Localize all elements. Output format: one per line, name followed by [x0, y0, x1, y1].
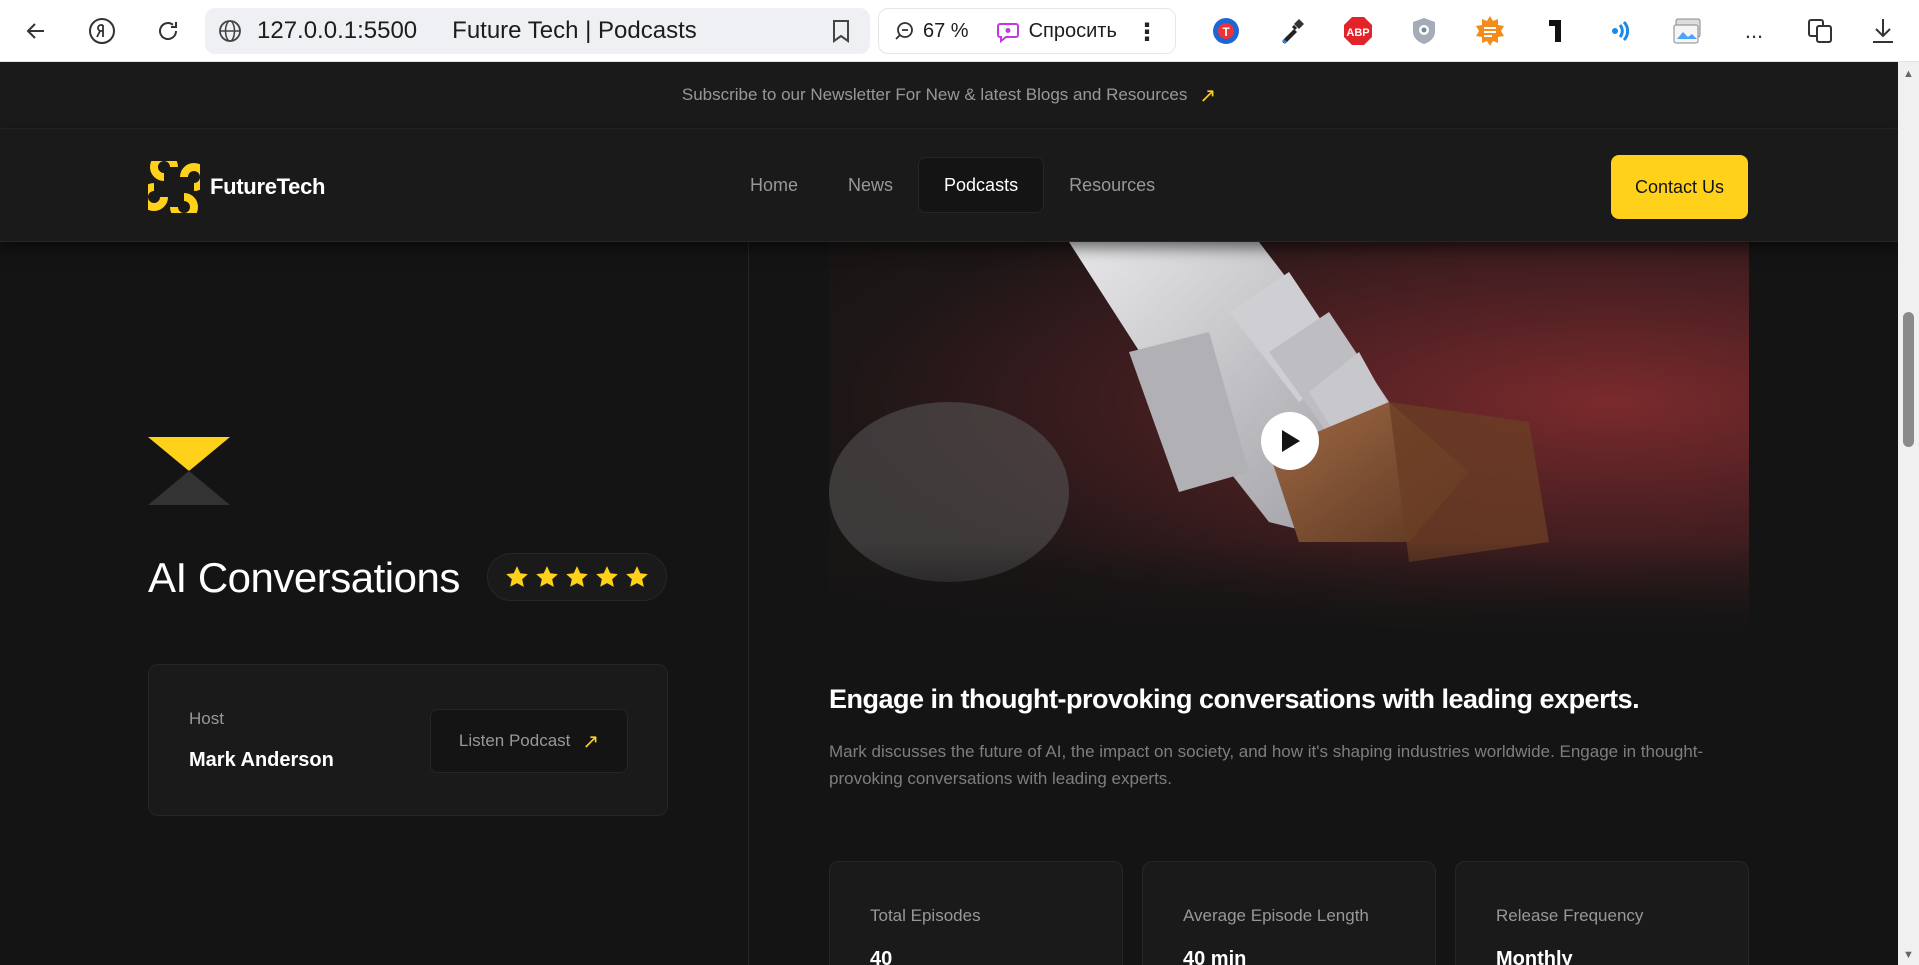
podcast-video-thumbnail[interactable] [829, 242, 1749, 642]
podcast-brand-icon [148, 437, 230, 505]
stat-label: Total Episodes [870, 906, 981, 925]
scroll-thumb[interactable] [1903, 312, 1914, 447]
zoom-level[interactable]: 67 % [923, 20, 969, 43]
yandex-icon[interactable] [82, 11, 122, 51]
screenshot-extension-icon[interactable] [1671, 14, 1705, 48]
star-icon [626, 566, 648, 587]
collections-icon[interactable] [1803, 14, 1837, 48]
adblock-icon[interactable]: ABP [1341, 14, 1375, 48]
color-picker-icon[interactable] [1275, 14, 1309, 48]
stat-value: 40 min [1183, 948, 1247, 965]
ask-button[interactable]: Спросить [1029, 20, 1117, 43]
contact-us-button[interactable]: Contact Us [1611, 155, 1748, 219]
back-icon[interactable] [16, 11, 56, 51]
column-divider [748, 242, 749, 965]
website-viewport: Subscribe to our Newsletter For New & la… [0, 62, 1898, 965]
main-nav: Home News Podcasts Resources [725, 157, 1180, 213]
futuretech-logo-icon [148, 161, 200, 213]
stat-card-episode-length: Average Episode Length 40 min [1142, 861, 1436, 965]
url-text: 127.0.0.1:5500 [257, 17, 418, 44]
nav-resources[interactable]: Resources [1044, 157, 1180, 213]
listen-podcast-label: Listen Podcast [458, 731, 571, 750]
star-icon [506, 566, 528, 587]
play-button[interactable] [1261, 412, 1319, 470]
star-icon [536, 566, 558, 587]
kebab-menu-icon[interactable]: ⋮ [1135, 18, 1159, 47]
podcast-detail: AI Conversations Host Mark Anderson List… [0, 242, 1898, 965]
shield-icon[interactable] [1407, 14, 1441, 48]
nav-home[interactable]: Home [725, 157, 823, 213]
star-icon [566, 566, 588, 587]
svg-text:ABP: ABP [1346, 27, 1369, 39]
rating-stars [487, 553, 667, 601]
nav-news[interactable]: News [823, 157, 918, 213]
ai-assistant-bar[interactable]: 67 % Спросить ⋮ [878, 8, 1176, 54]
address-bar[interactable]: 127.0.0.1:5500 Future Tech | Podcasts [205, 8, 870, 54]
reload-icon[interactable] [148, 11, 188, 51]
newsletter-text: Subscribe to our Newsletter For New & la… [681, 85, 1188, 104]
svg-text:T: T [1222, 25, 1230, 39]
stat-label: Release Frequency [1496, 906, 1644, 925]
more-extensions-label: ... [1744, 18, 1764, 43]
globe-icon [219, 20, 241, 42]
telegraph-icon[interactable] [1539, 14, 1573, 48]
download-icon[interactable] [1866, 14, 1900, 48]
stat-label: Average Episode Length [1183, 906, 1369, 925]
arrow-up-right-icon: ↗ [582, 730, 600, 753]
podcast-description: Mark discusses the future of AI, the imp… [829, 742, 1704, 788]
wifi-signal-icon[interactable] [1605, 14, 1639, 48]
scroll-down-icon[interactable]: ▼ [1903, 949, 1914, 961]
stat-value: 40 [870, 948, 893, 965]
logo-text: FutureTech [210, 174, 326, 199]
listen-podcast-button[interactable]: Listen Podcast ↗ [430, 709, 628, 773]
bookmark-icon[interactable] [830, 19, 852, 43]
podcast-headline: Engage in thought-provoking conversation… [829, 684, 1640, 714]
host-card: Host Mark Anderson Listen Podcast ↗ [148, 664, 668, 816]
browser-toolbar: 127.0.0.1:5500 Future Tech | Podcasts 67… [0, 0, 1919, 62]
nav-podcasts[interactable]: Podcasts [918, 157, 1045, 213]
stat-value: Monthly [1496, 948, 1573, 965]
logo[interactable]: FutureTech [148, 161, 325, 213]
podcast-title: AI Conversations [148, 554, 460, 601]
page-scrollbar[interactable]: ▲ ▼ [1898, 62, 1919, 965]
zoom-icon [895, 22, 913, 40]
stat-card-release-frequency: Release Frequency Monthly [1455, 861, 1749, 965]
site-header: FutureTech Home News Podcasts Resources … [0, 129, 1898, 242]
host-name: Mark Anderson [189, 749, 334, 771]
newsletter-banner[interactable]: Subscribe to our Newsletter For New & la… [0, 62, 1898, 129]
more-extensions-icon[interactable]: ... [1737, 14, 1771, 48]
sun-extension-icon[interactable] [1473, 14, 1507, 48]
tab-title: Future Tech | Podcasts [452, 17, 697, 44]
host-label: Host [189, 709, 224, 728]
arrow-up-right-icon: ↗ [1199, 84, 1217, 107]
stat-card-total-episodes: Total Episodes 40 [829, 861, 1123, 965]
scroll-up-icon[interactable]: ▲ [1903, 68, 1914, 80]
play-icon [1282, 430, 1300, 452]
translate-extension-icon[interactable]: T [1209, 14, 1243, 48]
star-icon [596, 566, 618, 587]
alice-icon [996, 23, 1019, 44]
